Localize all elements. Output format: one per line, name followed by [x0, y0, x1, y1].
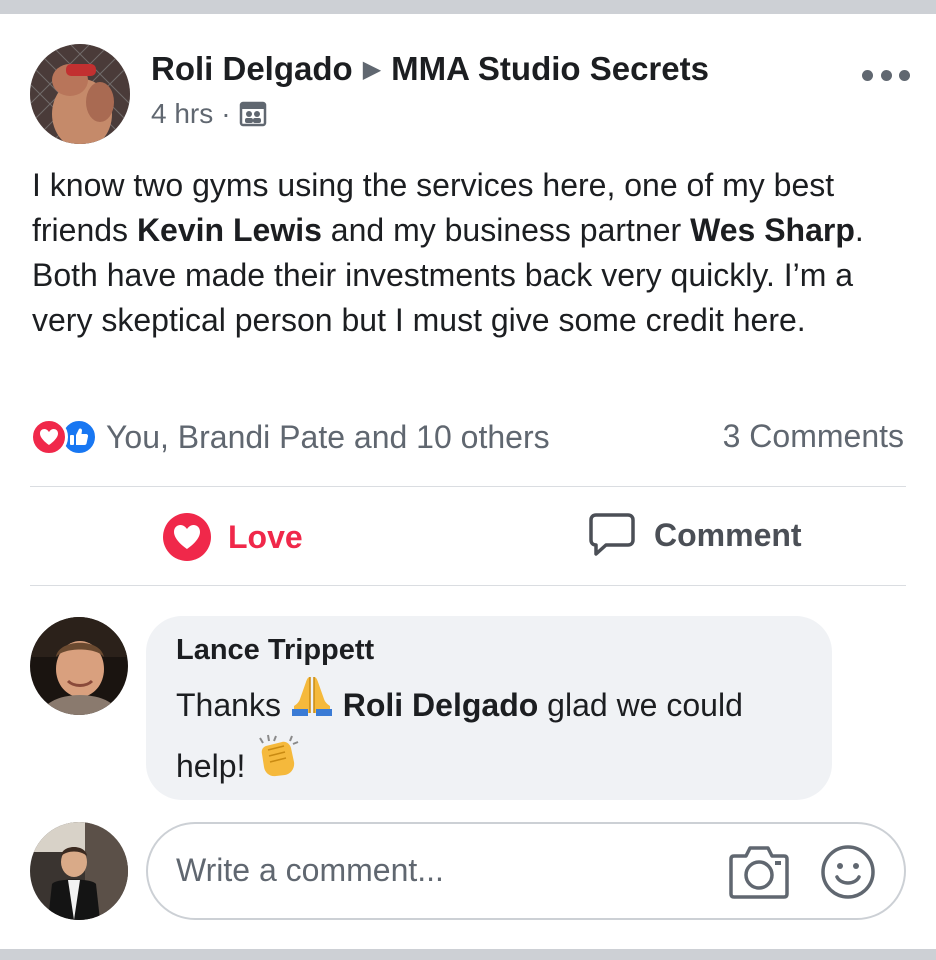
more-dot [880, 69, 892, 81]
reactions-summary[interactable]: You, Brandi Pate and 10 others [30, 418, 550, 456]
post-author-name[interactable]: Roli Delgado [151, 50, 353, 87]
divider [30, 585, 906, 586]
commenter-avatar[interactable] [30, 617, 128, 715]
comment-input[interactable] [176, 852, 676, 889]
post-header: Roli Delgado ▶ MMA Studio Secrets [151, 50, 709, 88]
love-icon [163, 513, 211, 561]
camera-icon[interactable] [728, 842, 790, 905]
love-label: Love [228, 518, 303, 555]
more-options-icon[interactable] [862, 60, 910, 90]
comment-composer[interactable] [146, 822, 906, 920]
reactions-text: You, Brandi Pate and 10 others [106, 418, 550, 455]
more-dot [899, 69, 910, 81]
comment-button[interactable]: Comment [588, 512, 802, 558]
emoji-icon[interactable] [820, 844, 876, 905]
group-privacy-icon [239, 101, 267, 127]
post-timestamp[interactable]: 4 hrs [151, 98, 213, 130]
mention-wes-sharp[interactable]: Wes Sharp [690, 212, 855, 248]
post-text: and my business partner [321, 212, 691, 248]
more-dot [862, 69, 873, 81]
comment-author[interactable]: Lance Trippett [176, 634, 802, 667]
comments-count[interactable]: 3 Comments [723, 418, 904, 455]
group-name[interactable]: MMA Studio Secrets [391, 50, 709, 87]
mention-kevin-lewis[interactable]: Kevin Lewis [137, 212, 322, 248]
comment-bubble: Lance Trippett Thanks Roli Delgado glad … [146, 616, 832, 800]
meta-separator: · [221, 98, 231, 129]
love-reaction-icon [30, 418, 68, 456]
comment-text-part: Thanks [176, 687, 290, 723]
mention-roli-delgado[interactable]: Roli Delgado [343, 687, 539, 723]
love-button[interactable]: Love [162, 512, 303, 562]
clapping-hands-icon [254, 734, 300, 795]
post-meta: 4 hrs · [151, 98, 267, 130]
comment-icon [589, 513, 635, 556]
post-author-avatar[interactable] [30, 44, 130, 144]
post-body: I know two gyms using the services here,… [32, 163, 912, 343]
current-user-avatar[interactable] [30, 822, 128, 920]
posted-to-arrow-icon: ▶ [362, 56, 382, 83]
comment-text: Thanks Roli Delgado glad we could help! [176, 677, 802, 799]
praying-hands-icon [290, 673, 334, 734]
top-separator-bar [0, 0, 936, 14]
divider [30, 486, 906, 487]
comment-label: Comment [654, 516, 802, 553]
bottom-separator-bar [0, 949, 936, 960]
